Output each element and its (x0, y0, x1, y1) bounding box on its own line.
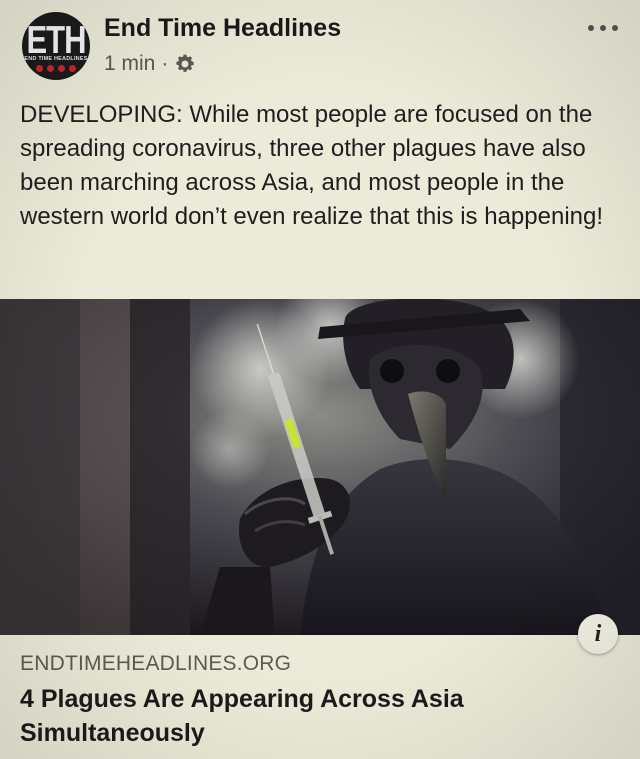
post-header: ETH END TIME HEADLINES End Time Headline… (22, 12, 622, 82)
page-name-link[interactable]: End Time Headlines (104, 14, 341, 43)
page-avatar[interactable]: ETH END TIME HEADLINES (22, 12, 90, 80)
more-dots-icon[interactable] (586, 18, 620, 38)
gear-icon[interactable] (174, 53, 196, 75)
link-title[interactable]: 4 Plagues Are Appearing Across Asia Simu… (20, 682, 580, 750)
info-icon[interactable]: i (578, 614, 618, 654)
post-meta: 1 min · (104, 52, 196, 76)
link-domain[interactable]: ENDTIMEHEADLINES.ORG (20, 652, 291, 676)
plague-doctor-image (0, 299, 640, 635)
post-text: DEVELOPING: While most people are focuse… (20, 101, 604, 230)
link-preview-image[interactable] (0, 299, 640, 635)
post-timestamp[interactable]: 1 min (104, 52, 155, 76)
avatar-dots (36, 65, 76, 75)
meta-separator: · (161, 52, 169, 75)
avatar-subtitle: END TIME HEADLINES (24, 56, 88, 62)
